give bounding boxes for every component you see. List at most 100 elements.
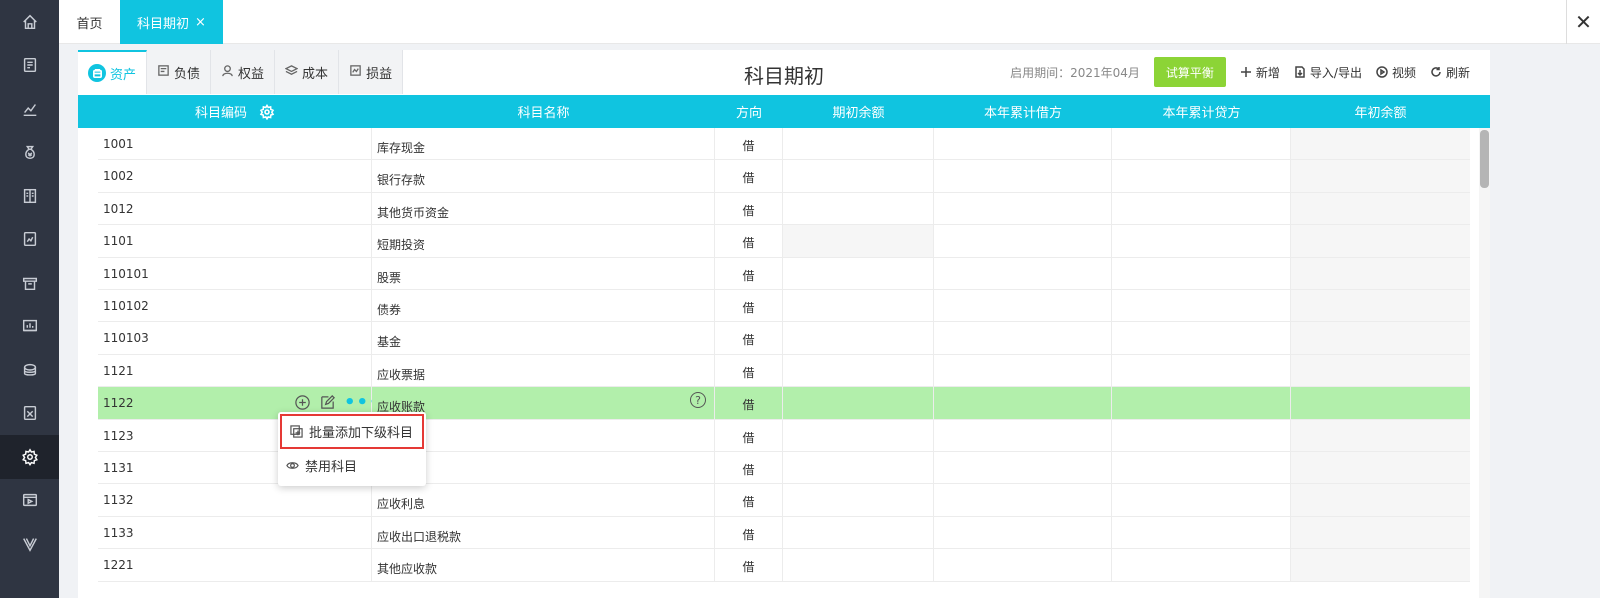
ytd-debit-cell[interactable] <box>934 354 1112 387</box>
ytd-debit-cell[interactable] <box>934 419 1112 451</box>
opening-balance-cell[interactable] <box>783 290 934 322</box>
voucher-icon[interactable] <box>0 44 59 88</box>
ytd-debit-cell[interactable] <box>934 516 1112 549</box>
menu-disable-label: 禁用科目 <box>305 460 358 475</box>
tab-close-icon[interactable]: × <box>195 16 206 29</box>
gear-icon[interactable] <box>259 103 275 120</box>
tab-cost[interactable]: 成本 <box>275 50 340 94</box>
table-row[interactable]: 1012 其他货币资金借 <box>98 192 1470 226</box>
ytd-debit-cell[interactable] <box>934 160 1112 192</box>
asset-icon <box>88 64 106 82</box>
scroll-thumb[interactable] <box>1480 130 1489 188</box>
fixed-asset-icon[interactable] <box>0 305 59 349</box>
edit-icon[interactable] <box>319 394 336 411</box>
home-icon[interactable] <box>0 0 59 44</box>
table-row[interactable]: 1002 银行存款借 <box>98 160 1470 193</box>
add-circle-icon[interactable] <box>294 394 311 411</box>
opening-balance-cell[interactable] <box>783 128 934 160</box>
table-row[interactable]: 1132 应收利息借 <box>98 484 1470 517</box>
ytd-debit-cell[interactable] <box>934 387 1112 419</box>
ytd-debit-cell[interactable] <box>934 484 1112 516</box>
ytd-credit-cell[interactable] <box>1112 160 1291 192</box>
tab-profit-loss-label: 损益 <box>366 66 393 82</box>
table-row[interactable]: 1221 其他应收款借 <box>98 549 1470 582</box>
ytd-credit-cell[interactable] <box>1112 192 1291 225</box>
ytd-debit-cell[interactable] <box>934 257 1112 289</box>
salary-icon[interactable] <box>0 348 59 392</box>
v-logo-icon[interactable] <box>0 522 59 566</box>
window-close-icon[interactable]: ✕ <box>1566 0 1600 44</box>
ytd-credit-cell[interactable] <box>1112 322 1291 354</box>
ytd-credit-cell[interactable] <box>1112 290 1291 322</box>
ytd-credit-cell[interactable] <box>1112 354 1291 387</box>
ytd-credit-cell[interactable] <box>1112 128 1291 160</box>
video-icon[interactable] <box>0 479 59 523</box>
opening-balance-cell[interactable] <box>783 452 934 484</box>
opening-balance-cell[interactable] <box>783 225 934 257</box>
table-header: 科目编码 科目名称 方向 期初余额 本年累计借方 本年累计贷方 年初余额 <box>78 95 1490 128</box>
table-row[interactable]: 1133 应收出口退税款借 <box>98 516 1470 550</box>
video-button[interactable]: 视频 <box>1376 64 1416 81</box>
help-icon[interactable]: ? <box>690 392 706 409</box>
ytd-debit-cell[interactable] <box>934 192 1112 225</box>
add-label: 新增 <box>1255 65 1280 80</box>
opening-balance-cell[interactable] <box>783 419 934 451</box>
ytd-credit-cell[interactable] <box>1112 387 1291 419</box>
opening-balance-cell[interactable] <box>783 387 934 419</box>
opening-balance-cell[interactable] <box>783 549 934 581</box>
tab-liability[interactable]: 负债 <box>147 50 212 94</box>
opening-balance-cell[interactable] <box>783 516 934 549</box>
money-bag-icon[interactable] <box>0 131 59 175</box>
inventory-icon[interactable] <box>0 261 59 305</box>
import-export-button[interactable]: 导入/导出 <box>1294 64 1362 81</box>
menu-disable-account[interactable]: 禁用科目 <box>278 449 426 482</box>
vertical-scrollbar[interactable] <box>1479 128 1490 598</box>
ytd-debit-cell[interactable] <box>934 549 1112 581</box>
tab-opening-balance[interactable]: 科目期初 × <box>120 0 223 44</box>
settings-icon[interactable] <box>0 435 59 479</box>
ytd-credit-cell[interactable] <box>1112 419 1291 451</box>
ledger-book-icon[interactable] <box>0 174 59 218</box>
opening-balance-cell[interactable] <box>783 160 934 192</box>
table-row[interactable]: 110102 债券借 <box>98 290 1470 323</box>
year-start-balance-cell <box>1291 484 1470 516</box>
export-icon[interactable] <box>0 392 59 436</box>
add-button[interactable]: 新增 <box>1240 64 1280 81</box>
direction-cell: 借 <box>715 192 783 225</box>
table-row[interactable]: 1001 库存现金借 <box>98 128 1470 161</box>
table-row[interactable]: 110103 基金借 <box>98 322 1470 355</box>
ytd-credit-cell[interactable] <box>1112 484 1291 516</box>
invoice-icon[interactable] <box>0 218 59 262</box>
ytd-credit-cell[interactable] <box>1112 225 1291 257</box>
account-name-cell: 债券 <box>372 290 715 322</box>
table-row[interactable]: 1121 应收票据借 <box>98 354 1470 388</box>
ytd-debit-cell[interactable] <box>934 452 1112 484</box>
video-label: 视频 <box>1391 65 1416 80</box>
opening-balance-cell[interactable] <box>783 192 934 225</box>
tab-profit-loss[interactable]: 损益 <box>339 50 404 94</box>
table-row[interactable]: 1101 短期投资借 <box>98 225 1470 258</box>
account-name-cell: 应收票据 <box>372 354 715 387</box>
opening-balance-cell[interactable] <box>783 322 934 354</box>
tab-asset[interactable]: 资产 <box>78 50 148 94</box>
tab-equity[interactable]: 权益 <box>211 50 276 94</box>
ytd-credit-cell[interactable] <box>1112 257 1291 289</box>
plus-icon <box>1240 67 1251 77</box>
ytd-credit-cell[interactable] <box>1112 516 1291 549</box>
table-row[interactable]: 110101 股票借 <box>98 257 1470 290</box>
year-start-balance-cell <box>1291 160 1470 192</box>
ytd-debit-cell[interactable] <box>934 128 1112 160</box>
opening-balance-cell[interactable] <box>783 484 934 516</box>
report-chart-icon[interactable] <box>0 87 59 131</box>
ytd-credit-cell[interactable] <box>1112 549 1291 581</box>
trial-balance-button[interactable]: 试算平衡 <box>1153 57 1226 87</box>
ytd-debit-cell[interactable] <box>934 290 1112 322</box>
opening-balance-cell[interactable] <box>783 354 934 387</box>
ytd-credit-cell[interactable] <box>1112 452 1291 484</box>
opening-balance-cell[interactable] <box>783 257 934 289</box>
tab-home[interactable]: 首页 <box>59 0 120 44</box>
menu-batch-add-subaccount[interactable]: 批量添加下级科目 <box>280 414 424 449</box>
ytd-debit-cell[interactable] <box>934 322 1112 354</box>
ytd-debit-cell[interactable] <box>934 225 1112 257</box>
refresh-button[interactable]: 刷新 <box>1430 64 1470 81</box>
